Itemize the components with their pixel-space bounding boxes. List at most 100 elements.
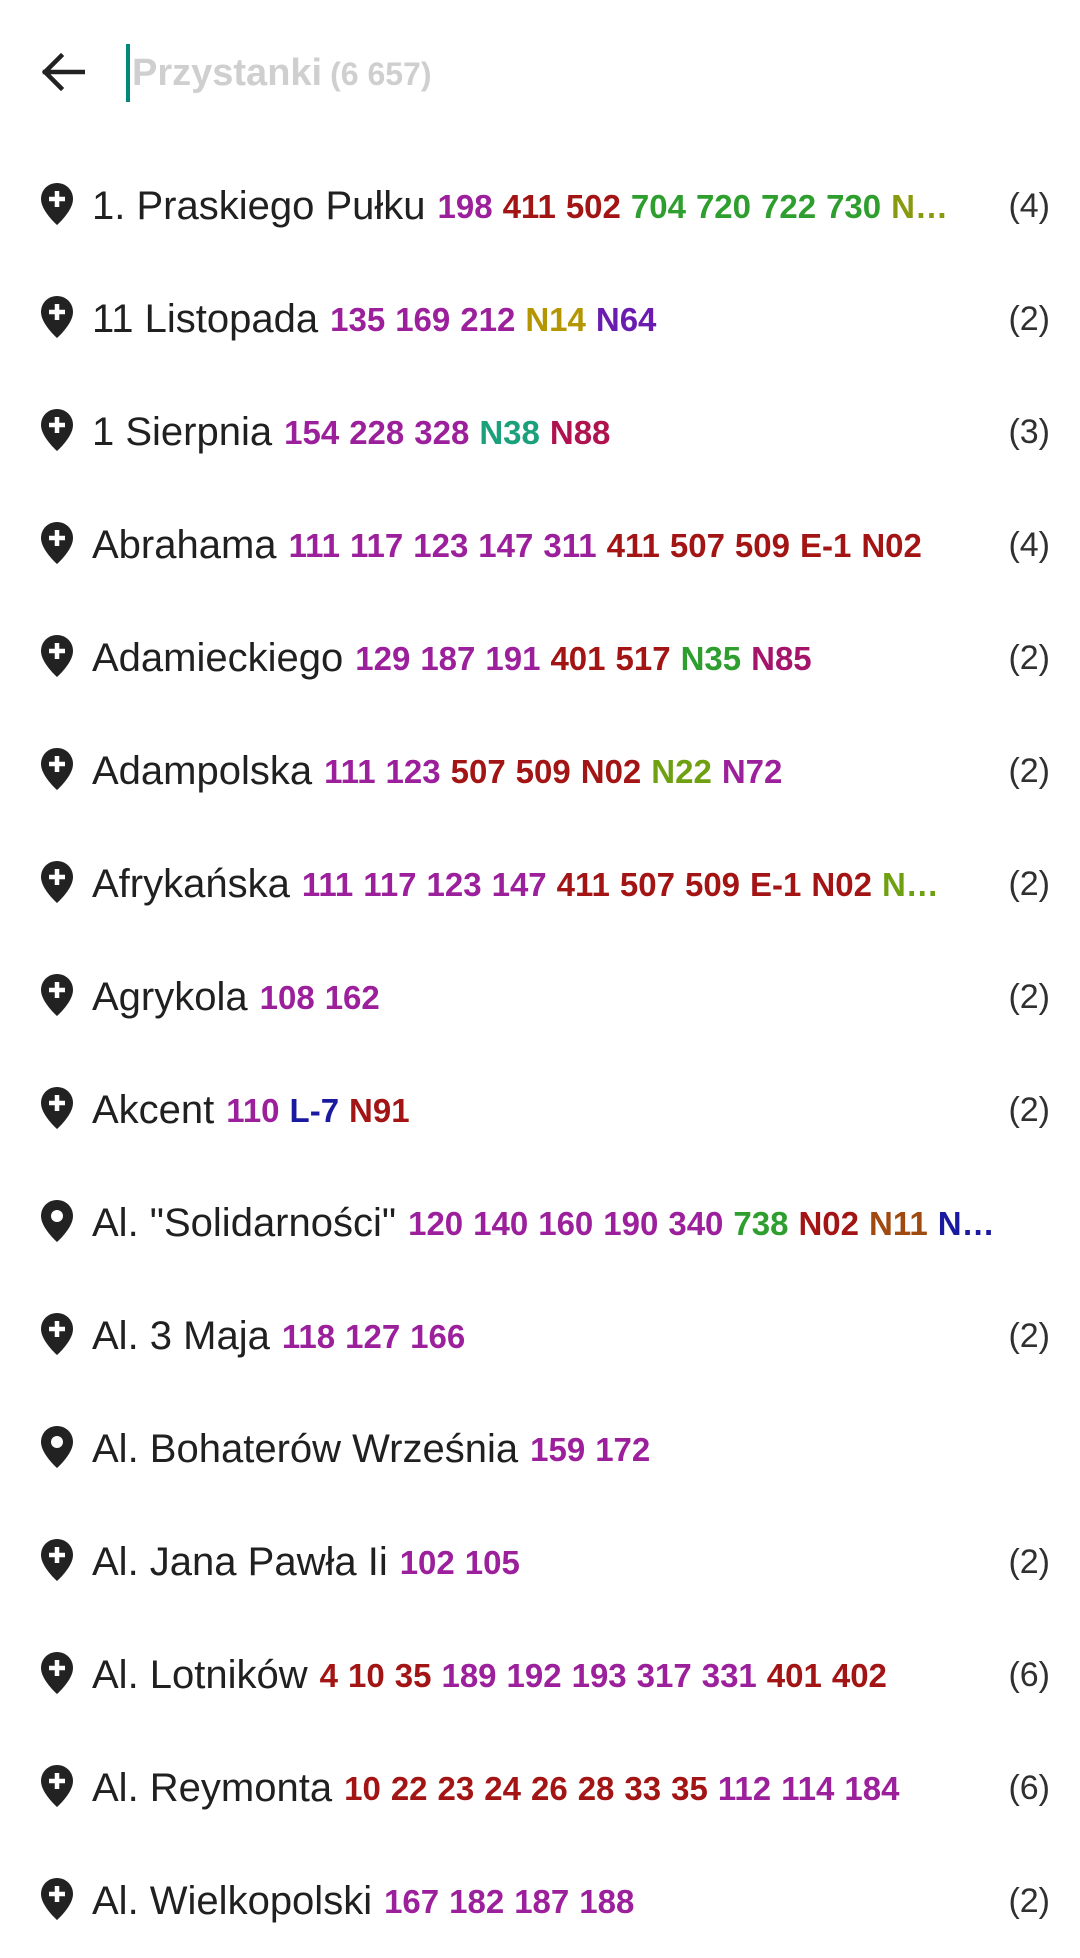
stop-lines: 120 140 160 190 340 738 N02 N11 N… bbox=[408, 1205, 1004, 1243]
app-bar: Przystanki (6 657) bbox=[0, 0, 1080, 150]
stop-row-content: Al. Jana Pawła Ii 102 105 bbox=[92, 1506, 992, 1619]
line-number: 28 bbox=[577, 1769, 615, 1807]
line-number: E-1 bbox=[750, 865, 802, 903]
stop-row[interactable]: Al. 3 Maja 118 127 166 (2) bbox=[0, 1280, 1080, 1393]
map-pin-icon bbox=[40, 1425, 74, 1469]
back-button[interactable] bbox=[30, 40, 94, 104]
line-number: 123 bbox=[385, 752, 441, 790]
line-number: N… bbox=[881, 865, 939, 903]
stop-lines: 198 411 502 704 720 722 730 N… bbox=[438, 188, 958, 226]
stop-row[interactable]: Afrykańska 111 117 123 147 411 507 509 E-1 N02 N… (… bbox=[0, 828, 1080, 941]
line-number: 738 bbox=[733, 1204, 789, 1242]
line-number: 33 bbox=[624, 1769, 662, 1807]
search-input[interactable]: Przystanki (6 657) bbox=[126, 44, 1026, 102]
line-number: 188 bbox=[579, 1882, 635, 1920]
stop-row[interactable]: Agrykola 108 162 (2) bbox=[0, 941, 1080, 1054]
stop-row[interactable]: Akcent 110 L-7 N91 (2) bbox=[0, 1054, 1080, 1167]
line-number: E-1 bbox=[799, 526, 852, 564]
stop-row-content: Adamieckiego 129 187 191 401 517 N35 N85 bbox=[92, 602, 992, 715]
map-pin-plus-icon bbox=[40, 295, 74, 339]
stop-row[interactable]: Al. Reymonta 10 22 23 24 26 28 33 35 112 114 184 (6) bbox=[0, 1732, 1080, 1845]
line-number: 509 bbox=[684, 865, 741, 903]
stop-row-content: Afrykańska 111 117 123 147 411 507 509 E-1 N02 N… bbox=[92, 828, 992, 941]
map-pin-plus-icon bbox=[40, 408, 74, 452]
map-pin-plus-icon bbox=[40, 973, 74, 1017]
stop-name: Al. Wielkopolski bbox=[92, 1879, 373, 1923]
line-number: 311 bbox=[543, 526, 597, 564]
stop-list: 1. Praskiego Pułku 198 411 502 704 720 722 730 N… bbox=[0, 150, 1080, 1958]
stop-row[interactable]: 11 Listopada 135 169 212 N14 N64 (2) bbox=[0, 263, 1080, 376]
stop-lines: 4 10 35 189 192 193 317 331 401 402 bbox=[320, 1657, 897, 1695]
stop-name: Adamieckiego bbox=[92, 636, 344, 680]
stop-count: (2) bbox=[1008, 300, 1050, 338]
text-cursor bbox=[126, 44, 130, 102]
line-number: 111 bbox=[324, 752, 376, 790]
stop-row-content: 1 Sierpnia 154 228 328 N38 N88 bbox=[92, 376, 992, 489]
stop-row-content: Adampolska 111 123 507 509 N02 N22 N72 bbox=[92, 715, 992, 828]
stop-row-content: Al. Lotników 4 10 35 189 192 193 317 331 401 402 bbox=[92, 1619, 992, 1732]
line-number: 402 bbox=[831, 1656, 887, 1694]
line-number: 118 bbox=[281, 1317, 336, 1355]
stop-row[interactable]: Adamieckiego 129 187 191 401 517 N35 N85 (2) bbox=[0, 602, 1080, 715]
line-number: 722 bbox=[761, 187, 817, 225]
stop-row[interactable]: 1 Sierpnia 154 228 328 N38 N88 (3) bbox=[0, 376, 1080, 489]
stop-row-content: Abrahama 111 117 123 147 311 411 507 509 E-1 N02 bbox=[92, 489, 992, 602]
stop-count: (2) bbox=[1008, 1091, 1050, 1129]
stop-lines: 111 123 507 509 N02 N22 N72 bbox=[324, 753, 792, 791]
line-number: 112 bbox=[717, 1769, 772, 1807]
line-number: 172 bbox=[595, 1430, 651, 1468]
stop-name: Abrahama bbox=[92, 523, 277, 567]
stop-row[interactable]: Al. Lotników 4 10 35 189 192 193 317 331 401 402 (6… bbox=[0, 1619, 1080, 1732]
map-pin-plus-icon bbox=[40, 1651, 74, 1695]
line-number: N14 bbox=[525, 300, 586, 338]
stop-name: Al. Reymonta bbox=[92, 1766, 333, 1810]
stop-row-content: Al. Wielkopolski 167 182 187 188 bbox=[92, 1845, 992, 1958]
line-number: 102 bbox=[399, 1543, 455, 1581]
map-pin-plus-icon bbox=[40, 634, 74, 678]
line-number: N72 bbox=[721, 752, 783, 790]
stop-lines: 111 117 123 147 311 411 507 509 E-1 N02 bbox=[289, 527, 932, 565]
stop-name: Adampolska bbox=[92, 749, 313, 793]
stop-row[interactable]: Abrahama 111 117 123 147 311 411 507 509 E-1 N02 (4… bbox=[0, 489, 1080, 602]
map-pin-plus-icon bbox=[40, 182, 74, 226]
line-number: 105 bbox=[464, 1543, 520, 1581]
map-pin-plus-icon bbox=[40, 1538, 74, 1582]
stop-row[interactable]: Adampolska 111 123 507 509 N02 N22 N72 (2) bbox=[0, 715, 1080, 828]
stop-name: 11 Listopada bbox=[92, 297, 319, 341]
map-pin-plus-icon bbox=[40, 747, 74, 791]
stop-row[interactable]: Al. Wielkopolski 167 182 187 188 (2) bbox=[0, 1845, 1080, 1958]
stop-row[interactable]: Al. "Solidarności" 120 140 160 190 340 738 N02 N… bbox=[0, 1167, 1080, 1280]
stop-count: (2) bbox=[1008, 865, 1050, 903]
map-pin-plus-icon bbox=[40, 860, 74, 904]
stop-count: (6) bbox=[1008, 1769, 1050, 1807]
map-pin-plus-icon bbox=[40, 521, 74, 565]
stop-count: (2) bbox=[1008, 1317, 1050, 1355]
stop-name: Akcent bbox=[92, 1088, 215, 1132]
line-number: N02 bbox=[861, 526, 922, 564]
stop-row[interactable]: Al. Bohaterów Września 159 172 bbox=[0, 1393, 1080, 1506]
line-number: N91 bbox=[349, 1091, 410, 1129]
line-number: 509 bbox=[734, 526, 790, 564]
line-number: 191 bbox=[485, 639, 541, 677]
stop-name: 1 Sierpnia bbox=[92, 410, 273, 454]
line-number: 502 bbox=[565, 187, 621, 225]
line-number: 147 bbox=[478, 526, 534, 564]
stop-name: 1. Praskiego Pułku bbox=[92, 184, 426, 228]
stop-lines: 108 162 bbox=[260, 979, 390, 1017]
stop-row[interactable]: Al. Jana Pawła Ii 102 105 (2) bbox=[0, 1506, 1080, 1619]
line-number: 10 bbox=[348, 1656, 385, 1694]
line-number: 317 bbox=[636, 1656, 692, 1694]
stop-count: (4) bbox=[1008, 526, 1050, 564]
stop-name: Al. Bohaterów Września bbox=[92, 1427, 519, 1471]
line-number: 110 bbox=[226, 1091, 280, 1129]
stop-row[interactable]: 1. Praskiego Pułku 198 411 502 704 720 722 730 N… bbox=[0, 150, 1080, 263]
stop-row-content: Akcent 110 L-7 N91 bbox=[92, 1054, 992, 1167]
line-number: 401 bbox=[766, 1656, 822, 1694]
stop-row-content: 1. Praskiego Pułku 198 411 502 704 720 722 730 N… bbox=[92, 150, 992, 263]
line-number: 704 bbox=[630, 187, 686, 225]
line-number: N02 bbox=[811, 865, 872, 903]
line-number: 193 bbox=[571, 1656, 627, 1694]
line-number: 187 bbox=[420, 639, 476, 677]
line-number: 129 bbox=[355, 639, 411, 677]
line-number: 340 bbox=[668, 1204, 724, 1242]
